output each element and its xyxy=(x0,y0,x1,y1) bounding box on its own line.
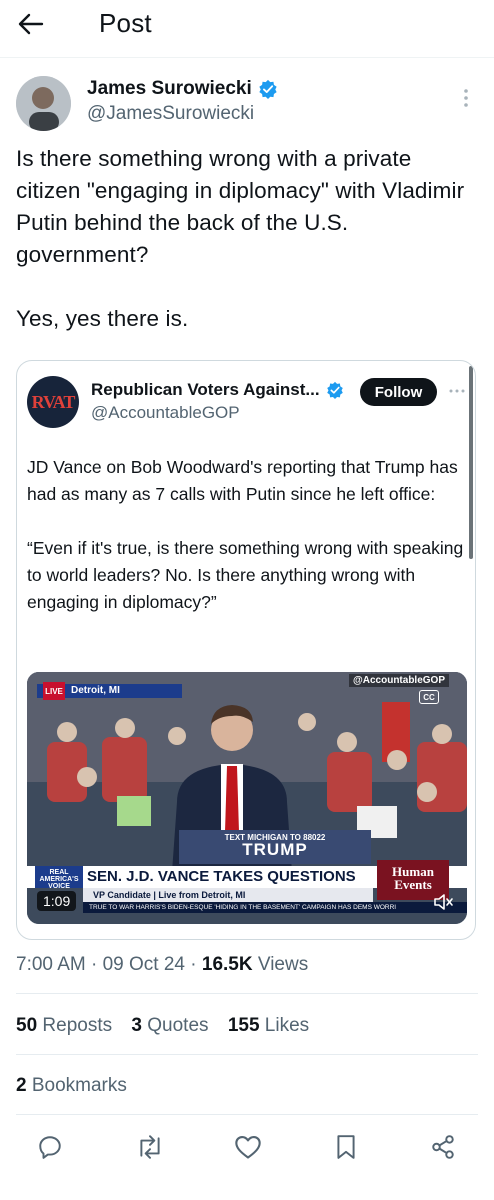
quotes-stat[interactable]: 3 Quotes xyxy=(131,1015,208,1036)
author-name[interactable]: James Surowiecki xyxy=(87,77,278,101)
back-button[interactable] xyxy=(18,8,62,40)
share-icon xyxy=(432,1135,454,1159)
closed-captions-icon[interactable]: CC xyxy=(419,690,439,704)
divider xyxy=(16,1114,478,1115)
author-handle[interactable]: @JamesSurowiecki xyxy=(87,102,254,126)
speaker-muted-icon xyxy=(434,894,453,910)
more-icon xyxy=(464,89,468,107)
follow-button[interactable]: Follow xyxy=(360,378,437,406)
news-ticker: TRUE TO WAR HARRIS'S BIDEN-ESQUE 'HIDING… xyxy=(83,902,467,913)
bookmarks-stat[interactable]: 2 Bookmarks xyxy=(16,1073,127,1099)
quoted-post-text: JD Vance on Bob Woodward's reporting tha… xyxy=(27,457,464,612)
more-icon xyxy=(449,389,465,393)
more-options-button[interactable] xyxy=(454,86,478,110)
post-time: 7:00 AM xyxy=(16,954,86,975)
bookmarks-count: 2 xyxy=(16,1075,27,1096)
likes-label: Likes xyxy=(264,1015,310,1036)
like-button[interactable] xyxy=(233,1132,263,1162)
share-button[interactable] xyxy=(428,1132,458,1162)
back-arrow-icon xyxy=(18,13,44,35)
quoted-author-name[interactable]: Republican Voters Against... xyxy=(91,379,344,401)
engagement-stats: 50 Reposts 3 Quotes 155 Likes xyxy=(16,1013,323,1039)
mute-button[interactable] xyxy=(433,892,455,912)
reposts-count: 50 xyxy=(16,1015,38,1036)
page-title: Post xyxy=(99,8,152,38)
bookmark-icon xyxy=(337,1135,355,1159)
likes-stat[interactable]: 155 Likes xyxy=(228,1015,309,1036)
podium-sign: TEXT MICHIGAN TO 88022 TRUMP xyxy=(179,830,371,864)
post-text: Is there something wrong with a private … xyxy=(16,146,465,331)
verified-badge-icon xyxy=(259,79,277,99)
scrollbar[interactable] xyxy=(469,366,473,559)
repost-button[interactable] xyxy=(135,1132,165,1162)
verified-badge-icon xyxy=(326,381,343,399)
top-bar: Post xyxy=(0,0,494,58)
reply-button[interactable] xyxy=(35,1132,65,1162)
likes-count: 155 xyxy=(227,1015,260,1036)
chyron-title: SEN. J.D. VANCE TAKES QUESTIONS xyxy=(87,868,356,885)
live-badge: LIVE xyxy=(43,682,65,700)
network-logo: REAL AMERICA'S VOICE xyxy=(35,866,83,890)
human-events-line-2: Events xyxy=(394,877,432,892)
quotes-label: Quotes xyxy=(147,1015,209,1036)
author-avatar[interactable] xyxy=(16,76,71,131)
like-icon xyxy=(235,1136,261,1159)
reply-icon xyxy=(39,1136,61,1159)
action-bar xyxy=(0,1130,494,1170)
reposts-stat[interactable]: 50 Reposts xyxy=(16,1015,112,1036)
bookmark-button[interactable] xyxy=(331,1132,361,1162)
bookmarks-label: Bookmarks xyxy=(31,1075,127,1096)
author-name-text: James Surowiecki xyxy=(87,78,252,99)
divider xyxy=(16,1054,478,1055)
podium-big-text: TRUMP xyxy=(242,840,308,859)
post-date: 09 Oct 24 xyxy=(102,954,185,975)
divider xyxy=(16,993,478,994)
quoted-avatar[interactable]: RVAT xyxy=(27,376,79,428)
video-player[interactable]: @AccountableGOP CC Detroit, MI LIVE TEXT… xyxy=(27,672,467,924)
video-duration: 1:09 xyxy=(37,891,77,911)
views-count: 16.5K xyxy=(201,954,253,975)
repost-icon xyxy=(140,1135,160,1159)
quoted-author-handle[interactable]: @AccountableGOP xyxy=(91,402,240,424)
chyron-subtitle: VP Candidate | Live from Detroit, MI xyxy=(83,888,373,902)
views-label: Views xyxy=(257,954,309,975)
video-watermark: @AccountableGOP xyxy=(349,674,449,687)
quoted-more-button[interactable] xyxy=(447,383,467,393)
quoted-author-name-text: Republican Voters Against... xyxy=(91,380,320,399)
quoted-post[interactable]: RVAT Republican Voters Against... @Accou… xyxy=(16,360,476,940)
post-meta: 7:00 AM · 09 Oct 24 · 16.5K Views xyxy=(16,954,309,975)
quotes-count: 3 xyxy=(131,1015,142,1036)
reposts-label: Reposts xyxy=(42,1015,113,1036)
